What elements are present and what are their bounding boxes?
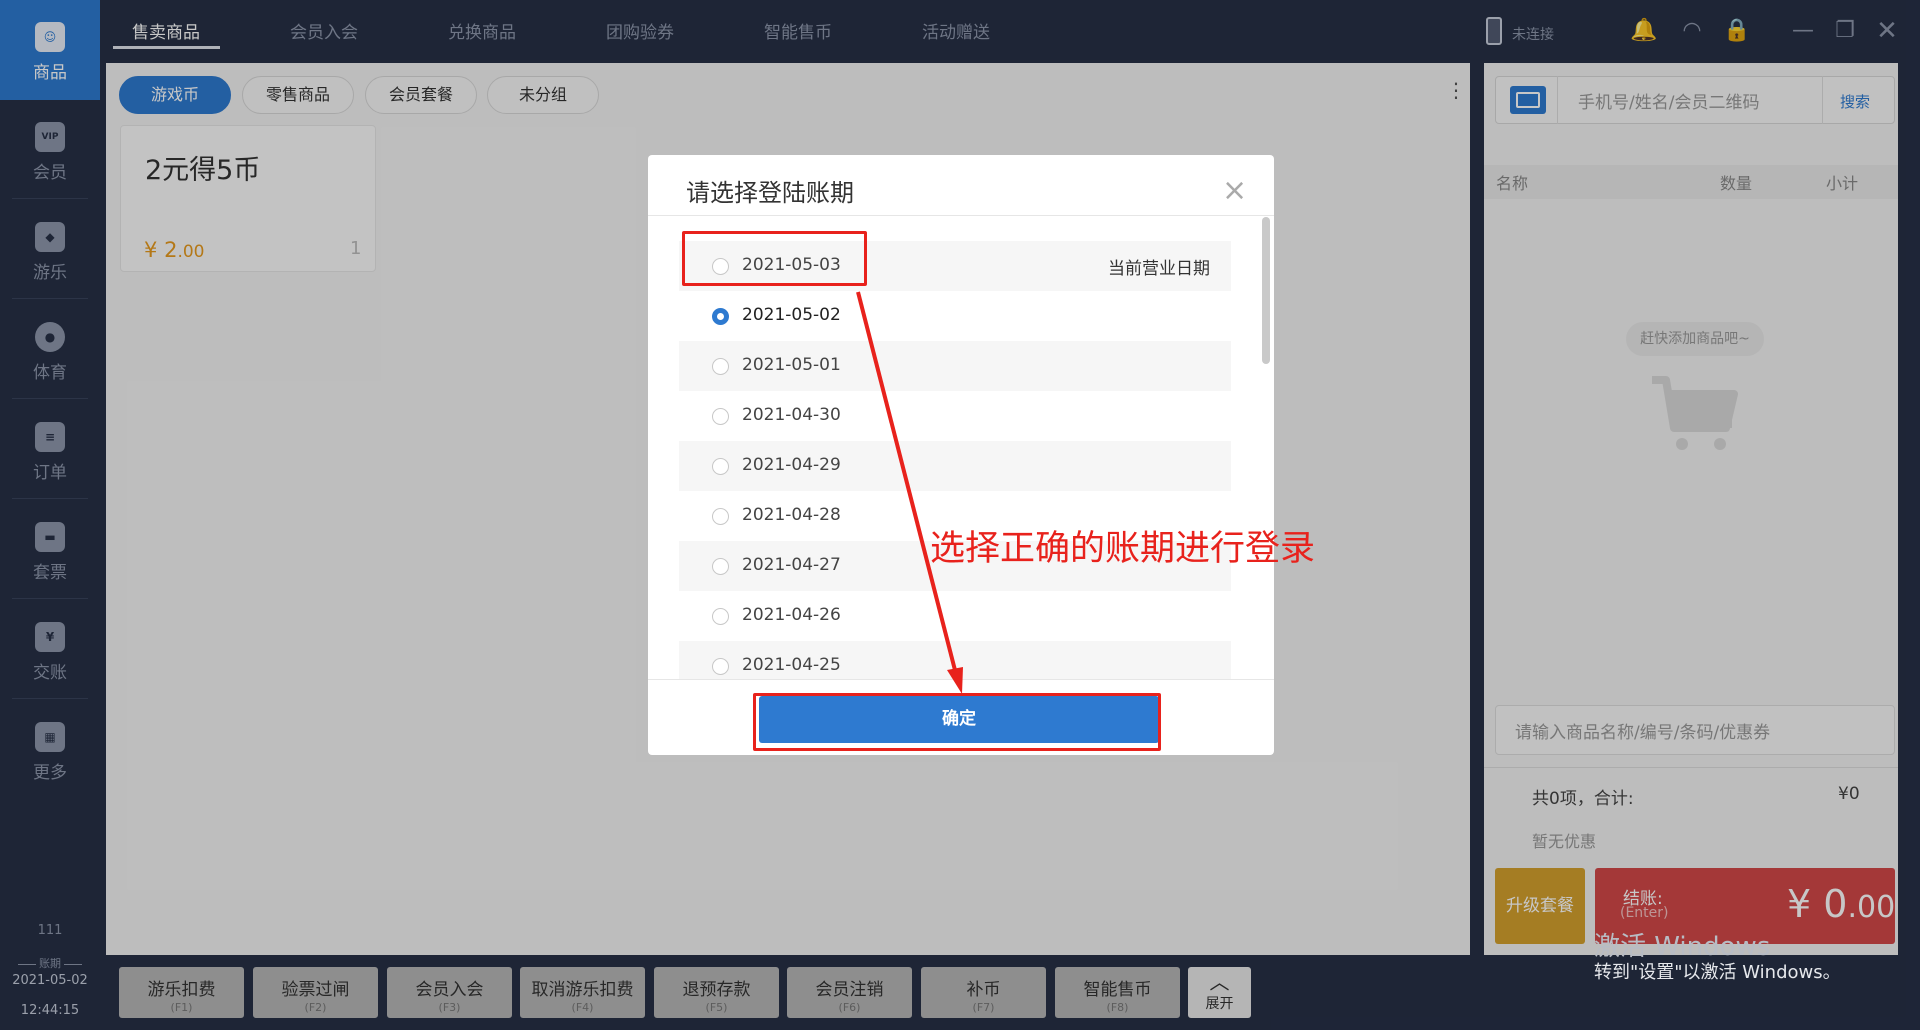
period-row[interactable]: 2021-04-26 bbox=[679, 591, 1231, 641]
period-date: 2021-04-29 bbox=[742, 455, 841, 475]
period-date: 2021-04-25 bbox=[742, 655, 841, 675]
period-row[interactable]: 2021-05-02 bbox=[679, 291, 1231, 341]
radio-button[interactable] bbox=[712, 658, 729, 675]
radio-button[interactable] bbox=[712, 508, 729, 525]
current-date-note: 当前营业日期 bbox=[1108, 259, 1210, 279]
radio-button[interactable] bbox=[712, 558, 729, 575]
period-row[interactable]: 2021-04-30 bbox=[679, 391, 1231, 441]
activation-watermark-sub: 转到"设置"以激活 Windows。 bbox=[1594, 962, 1841, 983]
period-date: 2021-04-30 bbox=[742, 405, 841, 425]
scrollbar[interactable] bbox=[1262, 217, 1270, 364]
radio-button[interactable] bbox=[712, 408, 729, 425]
period-date: 2021-05-01 bbox=[742, 355, 841, 375]
radio-button[interactable] bbox=[712, 308, 729, 325]
dialog-title: 请选择登陆账期 bbox=[686, 179, 854, 207]
period-date: 2021-04-27 bbox=[742, 555, 841, 575]
radio-button[interactable] bbox=[712, 608, 729, 625]
period-date: 2021-04-26 bbox=[742, 605, 841, 625]
dialog-footer-divider bbox=[648, 679, 1274, 680]
annotation-highlight-confirm bbox=[753, 693, 1161, 751]
radio-button[interactable] bbox=[712, 458, 729, 475]
period-row[interactable]: 2021-04-25 bbox=[679, 641, 1231, 679]
annotation-text: 选择正确的账期进行登录 bbox=[930, 529, 1316, 569]
period-row[interactable]: 2021-05-01 bbox=[679, 341, 1231, 391]
period-date: 2021-05-02 bbox=[742, 305, 841, 325]
close-icon[interactable]: × bbox=[1222, 176, 1247, 206]
dialog-divider bbox=[648, 215, 1274, 216]
radio-button[interactable] bbox=[712, 358, 729, 375]
annotation-highlight-current-date bbox=[682, 231, 867, 286]
period-row[interactable]: 2021-04-29 bbox=[679, 441, 1231, 491]
period-date: 2021-04-28 bbox=[742, 505, 841, 525]
